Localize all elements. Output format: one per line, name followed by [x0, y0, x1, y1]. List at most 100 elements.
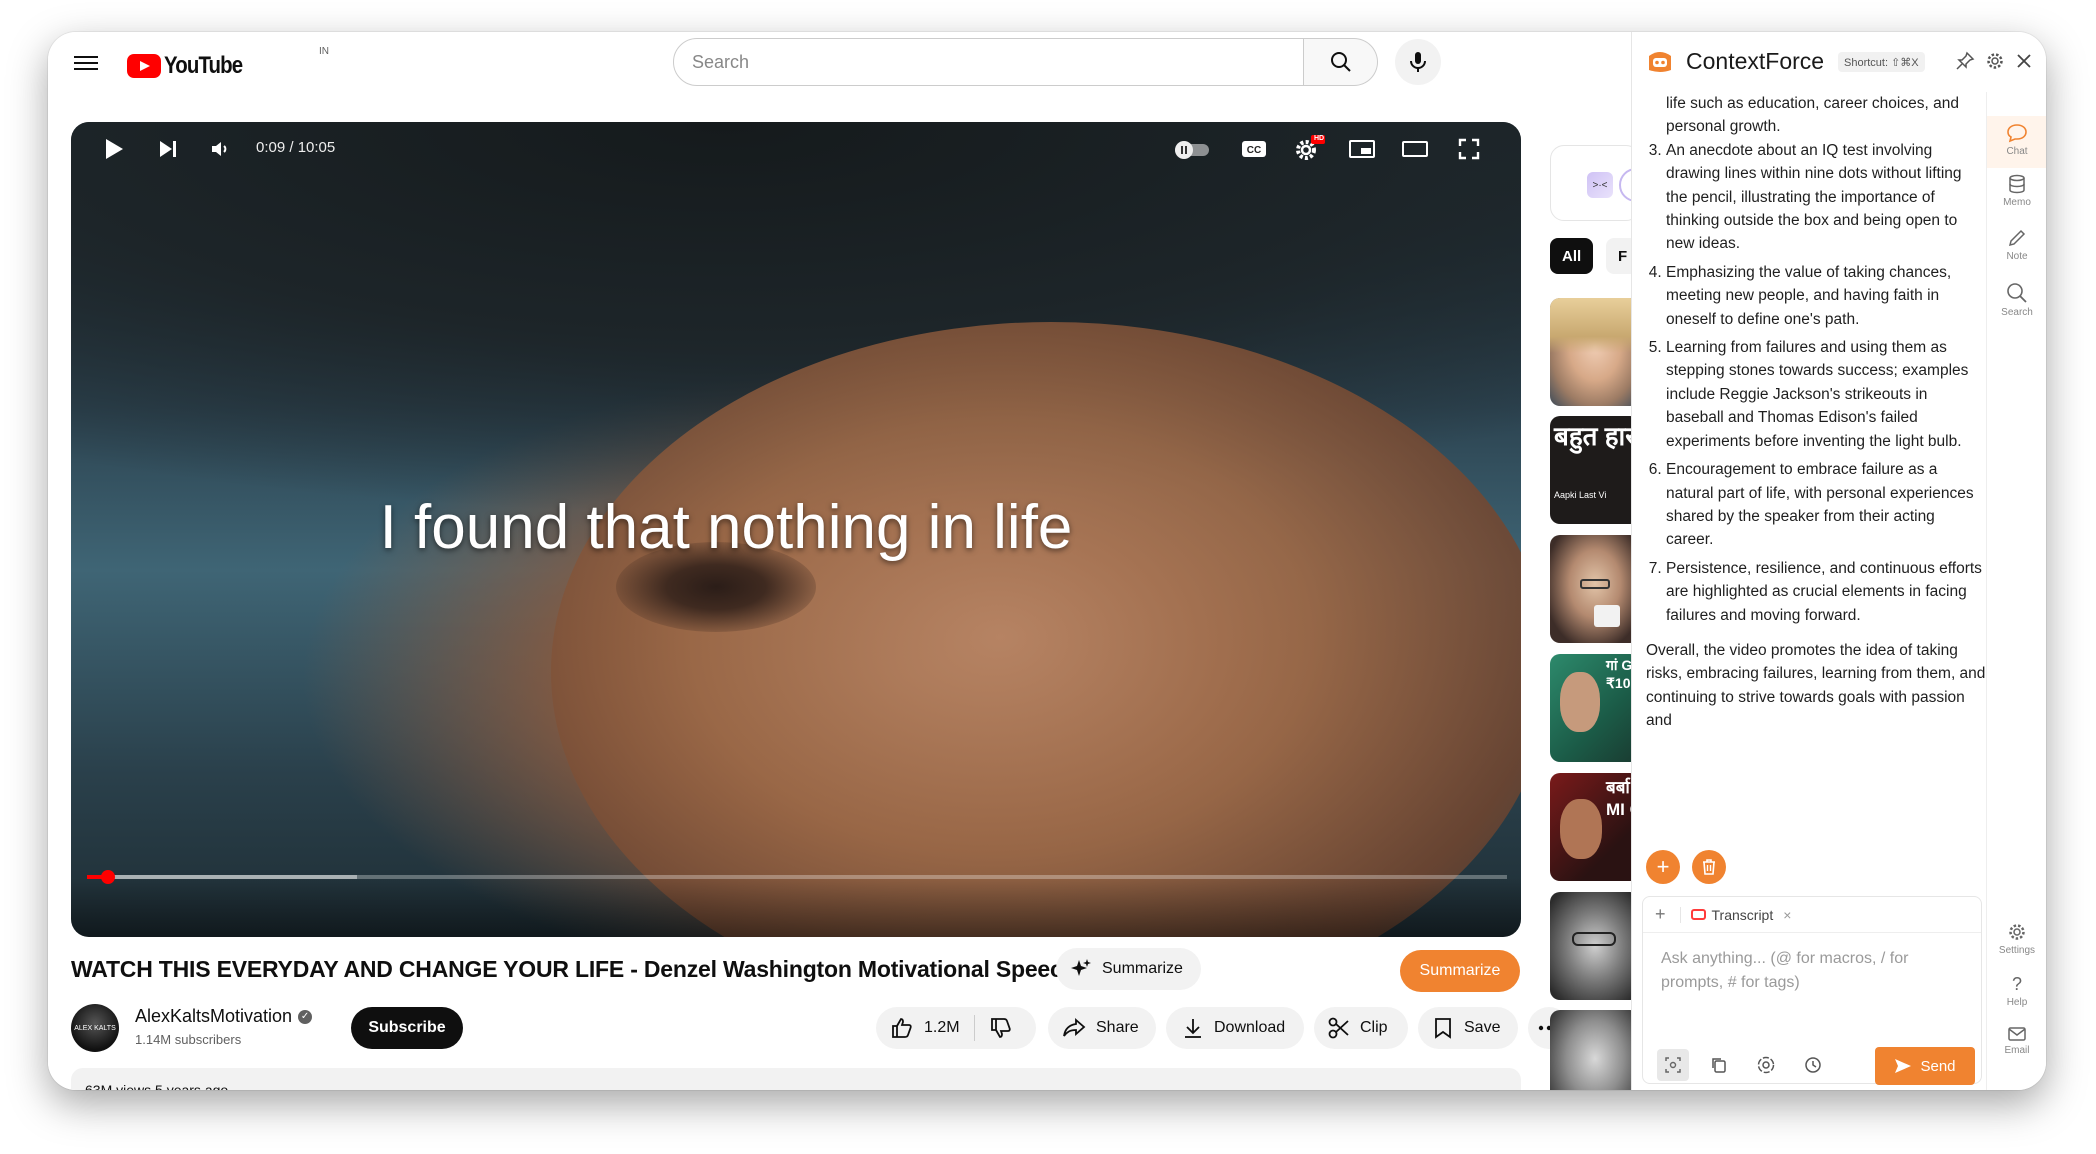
- next-button[interactable]: [151, 132, 185, 166]
- autoplay-toggle[interactable]: [1171, 132, 1215, 166]
- rail-note[interactable]: Note: [1987, 228, 2046, 262]
- rail-help[interactable]: ? Help: [1987, 974, 2046, 1008]
- video-player[interactable]: I found that nothing in life 0:09 / 10:0…: [71, 122, 1521, 937]
- contextforce-header: ContextForce Shortcut: ⇧⌘X: [1632, 32, 2046, 92]
- related-thumbnail[interactable]: [1550, 1010, 1640, 1090]
- contextforce-title: ContextForce: [1686, 48, 1825, 74]
- panel-settings-button[interactable]: [1984, 50, 2006, 72]
- like-divider: [973, 1015, 975, 1041]
- response-point: Emphasizing the value of taking chances,…: [1666, 261, 1986, 331]
- sparkle-icon: [1071, 959, 1091, 976]
- share-label: Share: [1096, 1019, 1139, 1036]
- response-point: Encouragement to embrace failure as a na…: [1666, 458, 1986, 552]
- progress-buffered: [87, 875, 357, 879]
- screenshot-button[interactable]: [1657, 1049, 1689, 1081]
- thumbnail-person: [1560, 799, 1602, 859]
- save-button[interactable]: Save: [1418, 1007, 1518, 1049]
- avatar-text: ALEX KALTS: [74, 1024, 116, 1032]
- related-thumbnail[interactable]: बहुत हार लि Aapki Last Vi: [1550, 416, 1640, 524]
- rail-settings[interactable]: Settings: [1987, 922, 2046, 956]
- captions-button[interactable]: CC: [1236, 132, 1272, 166]
- close-icon: [2017, 54, 2031, 68]
- history-button[interactable]: [1797, 1049, 1829, 1081]
- thumbnail-hair: [1550, 298, 1640, 353]
- subscribe-button[interactable]: Subscribe: [351, 1007, 463, 1049]
- chat-response: life such as education, career choices, …: [1646, 92, 1986, 850]
- search-input[interactable]: Search: [673, 38, 1304, 86]
- volume-icon: [212, 142, 227, 156]
- clear-chat-button[interactable]: [1692, 850, 1726, 884]
- miniplayer-button[interactable]: [1344, 132, 1380, 166]
- logo-text: YouTube: [164, 52, 243, 79]
- play-button[interactable]: [97, 132, 131, 166]
- progress-bar[interactable]: [87, 870, 1507, 884]
- voice-search-button[interactable]: [1395, 39, 1441, 85]
- youtube-icon: [1690, 909, 1706, 920]
- youtube-logo[interactable]: YouTube IN: [127, 46, 329, 80]
- copy-page-button[interactable]: [1703, 1049, 1735, 1081]
- rail-settings-label: Settings: [1998, 945, 2036, 956]
- gear-icon: [1987, 53, 2003, 69]
- summarize-chip[interactable]: Summarize: [1056, 948, 1201, 990]
- rail-chat[interactable]: Chat: [1987, 116, 2046, 168]
- related-thumbnail[interactable]: [1550, 535, 1640, 643]
- country-code: IN: [319, 46, 329, 57]
- context-chip-label: Transcript: [1711, 906, 1774, 923]
- pin-button[interactable]: [1954, 50, 1976, 72]
- related-thumbnail[interactable]: [1550, 892, 1640, 1000]
- video-title: WATCH THIS EVERYDAY AND CHANGE YOUR LIFE…: [71, 956, 1077, 982]
- youtube-play-icon: [127, 54, 161, 78]
- pencil-icon: [2008, 229, 2026, 247]
- response-conclusion: Overall, the video promotes the idea of …: [1646, 641, 1986, 730]
- clip-button[interactable]: Clip: [1314, 1007, 1408, 1049]
- time-display: 0:09 / 10:05: [256, 139, 336, 156]
- rail-chat-label: Chat: [2006, 146, 2028, 157]
- video-subtitle: I found that nothing in life: [379, 493, 1073, 562]
- sidebar-extension-card[interactable]: >·<: [1550, 145, 1653, 221]
- chat-bubble-icon: [2007, 124, 2027, 143]
- theater-mode-button[interactable]: [1397, 132, 1433, 166]
- rail-email[interactable]: Email: [1987, 1026, 2046, 1056]
- verified-icon: ✓: [298, 1009, 313, 1024]
- download-icon: [1185, 1019, 1201, 1038]
- contextforce-logo-icon: [1649, 52, 1671, 72]
- fullscreen-button[interactable]: [1451, 132, 1487, 166]
- related-thumbnail[interactable]: गां G ₹10: [1550, 654, 1640, 762]
- thumbs-down-icon[interactable]: [989, 1016, 1013, 1040]
- email-icon: [2008, 1027, 2026, 1041]
- mute-button[interactable]: [203, 132, 237, 166]
- send-button[interactable]: Send: [1875, 1047, 1975, 1085]
- rail-memo[interactable]: Memo: [1987, 174, 2046, 208]
- related-thumbnail[interactable]: बर्बा MI C: [1550, 773, 1640, 881]
- search-button[interactable]: [1304, 38, 1378, 86]
- chat-input[interactable]: Ask anything... (@ for macros, / for pro…: [1661, 947, 1961, 995]
- response-intro: life such as education, career choices, …: [1666, 95, 1959, 136]
- rail-search[interactable]: Search: [1987, 282, 2046, 318]
- add-context-icon[interactable]: +: [1655, 904, 1666, 925]
- play-icon: [106, 139, 123, 159]
- related-thumbnail[interactable]: [1550, 298, 1640, 406]
- skip-next-icon: [160, 141, 176, 157]
- contextforce-rail: Chat Memo Note Search Settings ? Help Em…: [1986, 92, 2046, 1090]
- model-selector-button[interactable]: [1750, 1049, 1782, 1081]
- player-controls: [71, 877, 1521, 937]
- context-chip-transcript[interactable]: Transcript ×: [1679, 906, 1791, 923]
- summarize-button[interactable]: Summarize: [1400, 950, 1520, 992]
- chip-all[interactable]: All: [1550, 238, 1594, 274]
- share-button[interactable]: Share: [1048, 1007, 1156, 1049]
- remove-context-icon[interactable]: ×: [1783, 907, 1791, 923]
- thumbs-up-icon[interactable]: [890, 1016, 914, 1040]
- new-chat-button[interactable]: +: [1646, 850, 1680, 884]
- like-count[interactable]: 1.2M: [924, 1019, 960, 1037]
- theater-mode-icon: [1402, 141, 1428, 157]
- contextforce-panel: ContextForce Shortcut: ⇧⌘X life such as …: [1631, 32, 2046, 1090]
- close-panel-button[interactable]: [2013, 50, 2035, 72]
- menu-icon[interactable]: [74, 52, 98, 76]
- description-box[interactable]: 63M views 5 years ago: [71, 1068, 1521, 1090]
- download-button[interactable]: Download: [1166, 1007, 1304, 1049]
- settings-button[interactable]: HD: [1289, 132, 1329, 166]
- help-icon: ?: [2011, 974, 2022, 994]
- channel-name[interactable]: AlexKaltsMotivation ✓: [135, 1006, 313, 1027]
- channel-avatar[interactable]: ALEX KALTS: [71, 1004, 119, 1052]
- database-icon: [2009, 174, 2025, 194]
